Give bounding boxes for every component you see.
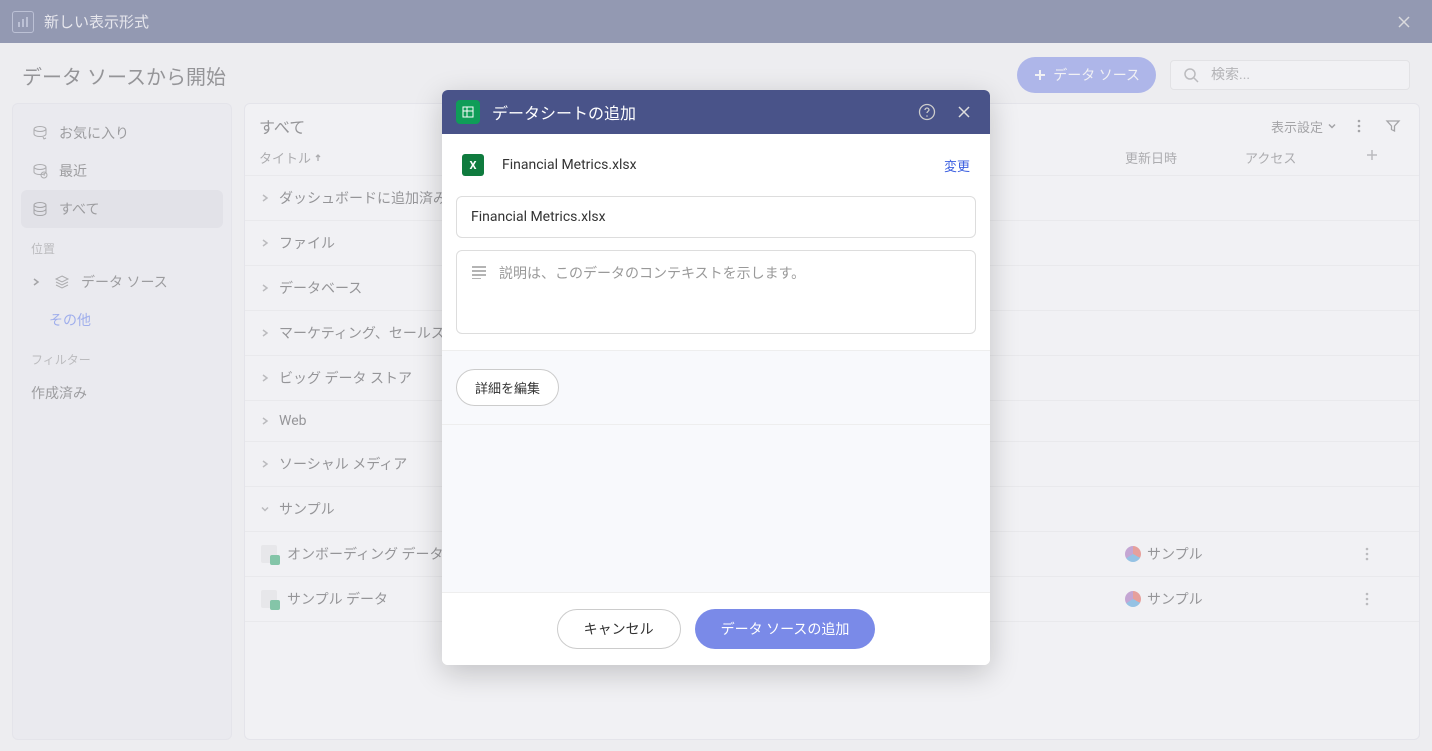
datasource-name-input[interactable]: [456, 196, 976, 238]
description-lines-icon: [471, 263, 487, 279]
description-box[interactable]: [456, 250, 976, 334]
modal-header: データシートの追加: [442, 90, 990, 134]
file-info-row: X Financial Metrics.xlsx 変更: [456, 150, 976, 190]
change-file-link[interactable]: 変更: [944, 156, 970, 175]
description-textarea[interactable]: [499, 263, 961, 295]
spreadsheet-icon: [456, 100, 480, 124]
confirm-add-button[interactable]: データ ソースの追加: [695, 609, 876, 649]
modal-title: データシートの追加: [492, 100, 902, 124]
modal-close-icon[interactable]: [952, 100, 976, 124]
modal-body: X Financial Metrics.xlsx 変更: [442, 134, 990, 350]
modal-footer: キャンセル データ ソースの追加: [442, 592, 990, 665]
cancel-button[interactable]: キャンセル: [557, 609, 681, 649]
help-icon[interactable]: [914, 99, 940, 125]
excel-icon: X: [462, 154, 484, 176]
add-datasheet-modal: データシートの追加 X Financial Metrics.xlsx 変更 詳細…: [442, 90, 990, 665]
modal-spacer: [442, 425, 990, 592]
detail-section: 詳細を編集: [442, 350, 990, 425]
file-name-label: Financial Metrics.xlsx: [502, 157, 926, 173]
edit-details-button[interactable]: 詳細を編集: [456, 369, 559, 406]
